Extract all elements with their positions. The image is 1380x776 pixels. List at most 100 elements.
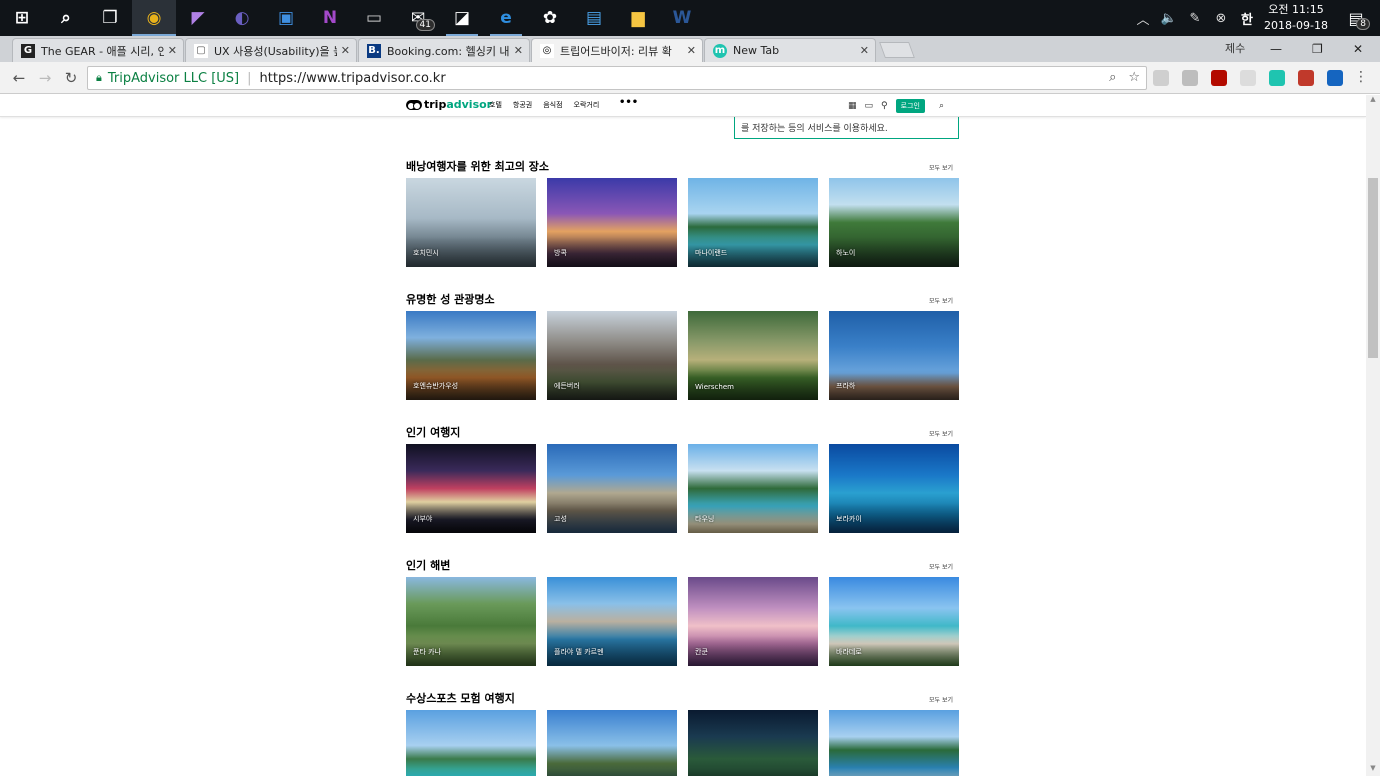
tab-new-tab[interactable]: m New Tab ✕ xyxy=(704,38,876,62)
new-tab-button[interactable] xyxy=(879,42,915,58)
onenote-icon[interactable]: N xyxy=(308,0,352,36)
destination-card[interactable]: 칸쿤 xyxy=(688,577,818,666)
chrome-menu-icon[interactable]: ⋮ xyxy=(1354,69,1368,85)
destination-card[interactable]: 바라데로 xyxy=(829,577,959,666)
chrome-icon[interactable]: ◉ xyxy=(132,0,176,36)
destination-card[interactable] xyxy=(688,710,818,776)
see-all-link[interactable]: 모두 보기 xyxy=(929,562,953,571)
tab-booking[interactable]: B. Booking.com: 헬싱키 내 ✕ xyxy=(358,38,530,62)
reload-button[interactable]: ↻ xyxy=(58,69,84,87)
ext-icon[interactable] xyxy=(1153,70,1169,86)
back-button[interactable]: ← xyxy=(6,69,32,87)
tab-the-gear[interactable]: G The GEAR - 애플 시리, 인 ✕ xyxy=(12,38,184,62)
network-icon[interactable]: ▣ xyxy=(264,0,308,36)
close-tab-icon[interactable]: ✕ xyxy=(514,44,523,57)
word-icon[interactable]: W xyxy=(660,0,704,36)
paint-icon[interactable]: ✿ xyxy=(528,0,572,36)
see-all-link[interactable]: 모두 보기 xyxy=(929,429,953,438)
lock-icon[interactable]: 🔒︎ xyxy=(96,71,102,85)
file-explorer-icon[interactable]: ▆ xyxy=(616,0,660,36)
tripadvisor-header: trip advisor 호텔 항공권 음식점 오락거리 ••• ▦ ▭ ⚲ 로그… xyxy=(0,95,1366,117)
close-tab-icon[interactable]: ✕ xyxy=(341,44,350,57)
security-label[interactable]: TripAdvisor LLC [US] xyxy=(108,71,239,86)
destination-card[interactable]: 시부야 xyxy=(406,444,536,533)
scroll-up-arrow[interactable]: ▲ xyxy=(1366,95,1380,107)
destination-label: 고성 xyxy=(554,515,567,523)
scroll-thumb[interactable] xyxy=(1368,178,1378,358)
search-icon[interactable]: ⌕ xyxy=(939,101,944,111)
nav-flights[interactable]: 항공권 xyxy=(513,100,532,110)
eclipse-icon[interactable]: ◐ xyxy=(220,0,264,36)
destination-card[interactable]: 에든버러 xyxy=(547,311,677,400)
mail-badge: 41 xyxy=(415,19,435,31)
ext-icon[interactable] xyxy=(1182,70,1198,86)
tripadvisor-logo[interactable]: trip advisor xyxy=(406,98,492,111)
ext-icon[interactable] xyxy=(1240,70,1256,86)
destination-card[interactable]: 푼타 카나 xyxy=(406,577,536,666)
zoom-icon[interactable]: ⌕ xyxy=(1109,70,1116,85)
search-icon[interactable]: ⌕ xyxy=(44,0,88,36)
minimize-button[interactable]: — xyxy=(1270,36,1282,62)
destination-card[interactable]: 호엔슈반가우성 xyxy=(406,311,536,400)
destination-card[interactable]: Wierschem xyxy=(688,311,818,400)
trips-icon[interactable]: ▦ xyxy=(848,101,857,111)
clock[interactable]: 오전 11:15 2018-09-18 xyxy=(1260,2,1332,34)
destination-card[interactable]: 보라카이 xyxy=(829,444,959,533)
destination-card[interactable] xyxy=(829,710,959,776)
destination-card[interactable]: 고성 xyxy=(547,444,677,533)
tray-chevron-icon[interactable]: ︿ xyxy=(1130,9,1156,28)
ext-icon[interactable] xyxy=(1298,70,1314,86)
destination-card[interactable]: 프라하 xyxy=(829,311,959,400)
windows-start-icon[interactable]: ⊞ xyxy=(0,0,44,36)
profile-icon[interactable]: ⚲ xyxy=(881,101,888,111)
close-tab-icon[interactable]: ✕ xyxy=(687,44,696,57)
new-tab-favicon: m xyxy=(713,43,727,58)
address-bar[interactable]: 🔒︎ TripAdvisor LLC [US] | https://www.tr… xyxy=(87,66,1147,90)
destination-card[interactable]: 플라야 델 카르멘 xyxy=(547,577,677,666)
destination-card[interactable]: 타우닝 xyxy=(688,444,818,533)
forward-button[interactable]: → xyxy=(32,69,58,87)
destination-card[interactable] xyxy=(547,710,677,776)
close-window-button[interactable]: ✕ xyxy=(1353,36,1363,62)
mail-icon[interactable]: ✉ 41 xyxy=(396,0,440,36)
ext-icon[interactable] xyxy=(1269,70,1285,86)
destination-card[interactable] xyxy=(406,710,536,776)
messages-icon[interactable]: ▭ xyxy=(865,101,874,111)
tab-tripadvisor[interactable]: ◎ 트립어드바이저: 리뷰 확 ✕ xyxy=(531,38,703,62)
see-all-link[interactable]: 모두 보기 xyxy=(929,296,953,305)
nav-restaurants[interactable]: 음식점 xyxy=(543,100,562,110)
ime-indicator[interactable]: 한 xyxy=(1234,9,1260,28)
acrobat-icon[interactable] xyxy=(1211,70,1227,86)
more-menu-button[interactable]: ••• xyxy=(619,97,638,108)
profile-name[interactable]: 제수 xyxy=(1225,40,1245,56)
edge-icon[interactable]: e xyxy=(484,0,528,36)
bookmark-star-icon[interactable]: ☆ xyxy=(1128,70,1140,85)
login-button[interactable]: 로그인 xyxy=(895,99,925,113)
terminal-icon[interactable]: ▭ xyxy=(352,0,396,36)
nav-attractions[interactable]: 오락거리 xyxy=(574,100,600,110)
see-all-link[interactable]: 모두 보기 xyxy=(929,695,953,704)
destination-card[interactable]: 방콕 xyxy=(547,178,677,267)
destination-card[interactable]: 마나이랜드 xyxy=(688,178,818,267)
task-view-icon[interactable]: ❐ xyxy=(88,0,132,36)
close-tab-icon[interactable]: ✕ xyxy=(860,44,869,57)
destination-card[interactable]: 하노이 xyxy=(829,178,959,267)
pen-icon[interactable]: ✎ xyxy=(1182,11,1208,26)
close-circle-icon[interactable]: ⊗ xyxy=(1208,11,1234,26)
visual-studio-icon[interactable]: ◤ xyxy=(176,0,220,36)
maximize-button[interactable]: ❐ xyxy=(1312,36,1323,62)
page-scrollbar[interactable]: ▲ ▼ xyxy=(1366,95,1380,776)
sticky-notes-icon[interactable]: ◪ xyxy=(440,0,484,36)
app-window-icon[interactable]: ▤ xyxy=(572,0,616,36)
nav-hotels[interactable]: 호텔 xyxy=(489,100,502,110)
tab-ux-usability[interactable]: ▢ UX 사용성(Usability)을 높 ✕ xyxy=(185,38,357,62)
scroll-down-arrow[interactable]: ▼ xyxy=(1366,764,1380,776)
close-tab-icon[interactable]: ✕ xyxy=(168,44,177,57)
system-tray: ︿ 🔈 ✎ ⊗ 한 오전 11:15 2018-09-18 ▤ 8 xyxy=(1130,0,1380,36)
volume-icon[interactable]: 🔈 xyxy=(1156,11,1182,26)
ext-icon[interactable] xyxy=(1327,70,1343,86)
notification-center-button[interactable]: ▤ 8 xyxy=(1332,0,1380,36)
see-all-link[interactable]: 모두 보기 xyxy=(929,163,953,172)
destination-card[interactable]: 호치민시 xyxy=(406,178,536,267)
url-text[interactable]: https://www.tripadvisor.co.kr xyxy=(260,71,446,86)
